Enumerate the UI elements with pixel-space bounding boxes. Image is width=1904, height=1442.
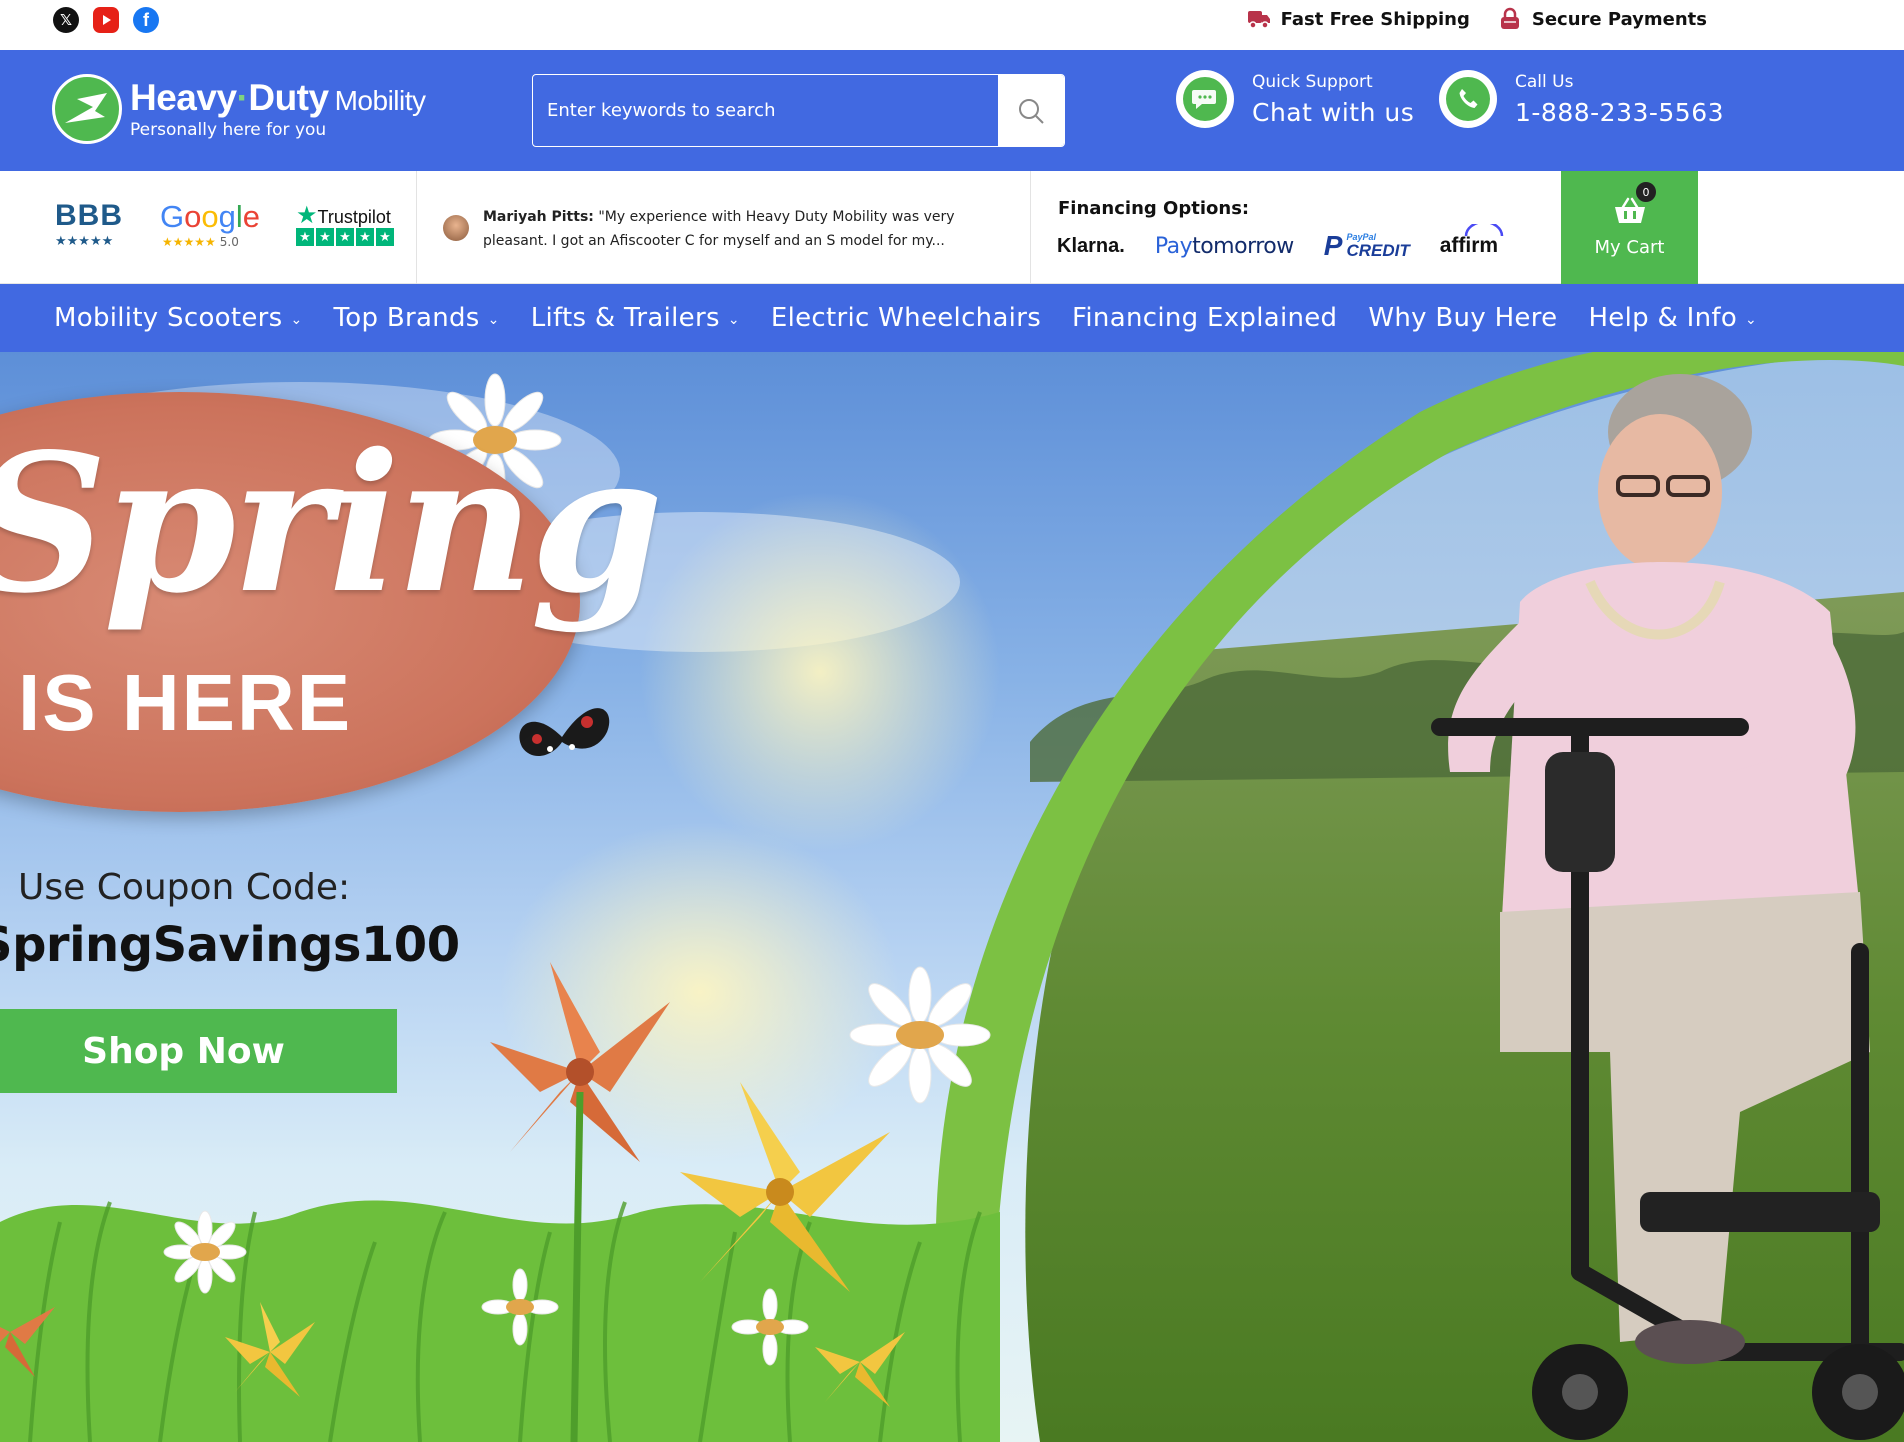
search-box xyxy=(532,74,1065,147)
trustpilot-star-icon: ★ xyxy=(296,202,318,229)
shop-now-label: Shop Now xyxy=(82,1030,285,1072)
trustpilot-label: Trustpilot xyxy=(317,207,391,227)
google-logo[interactable]: Google xyxy=(160,199,260,235)
site-logo[interactable]: Heavy·Duty Mobility Personally here for y… xyxy=(52,74,426,144)
nav-why-buy-here[interactable]: Why Buy Here xyxy=(1368,303,1557,333)
chevron-down-icon: ⌄ xyxy=(727,312,740,328)
search-icon xyxy=(1019,98,1044,124)
trustpilot-stars: ★ ★ ★ ★ ★ xyxy=(296,228,394,246)
nav-label: Electric Wheelchairs xyxy=(770,303,1042,333)
hero-headline-text: Spring xyxy=(0,412,663,635)
search-button[interactable] xyxy=(998,75,1064,146)
x-icon[interactable]: 𝕏 xyxy=(53,7,79,33)
hero-headline: Spring xyxy=(0,412,663,635)
nav-label: Lifts & Trailers xyxy=(530,303,720,333)
financing-title: Financing Options: xyxy=(1058,198,1250,219)
chevron-down-icon: ⌄ xyxy=(487,312,500,328)
support-label: Quick Support xyxy=(1252,71,1373,92)
avatar xyxy=(443,215,469,241)
main-navigation: Mobility Scooters ⌄ Top Brands ⌄ Lifts & T… xyxy=(0,284,1904,352)
financing-options: Financing Options: Klarna. Paytomorrow P… xyxy=(1031,171,1561,284)
truck-icon xyxy=(1247,11,1270,29)
youtube-icon[interactable] xyxy=(93,7,119,33)
social-links: 𝕏 f xyxy=(53,7,159,33)
logo-word-heavy: Heavy xyxy=(130,76,237,118)
nav-financing-explained[interactable]: Financing Explained xyxy=(1072,303,1337,333)
call-label: Call Us xyxy=(1515,71,1574,92)
phone-icon xyxy=(1439,70,1497,128)
logo-tagline: Personally here for you xyxy=(130,119,327,140)
nav-electric-wheelchairs[interactable]: Electric Wheelchairs xyxy=(771,303,1041,333)
review-text: Mariyah Pitts: "My experience with Heavy… xyxy=(483,205,1023,253)
nav-label: Help & Info xyxy=(1588,303,1738,333)
nav-label: Mobility Scooters xyxy=(54,303,283,333)
nav-mobility-scooters[interactable]: Mobility Scooters ⌄ xyxy=(54,303,303,333)
shipping-label: Fast Free Shipping xyxy=(1280,8,1470,30)
chat-with-us-link[interactable]: Chat with us xyxy=(1252,98,1414,127)
google-stars: ★★★★★ xyxy=(162,235,216,249)
paypal-icon: P xyxy=(1323,230,1343,261)
nav-label: Financing Explained xyxy=(1072,303,1338,333)
customer-review: Mariyah Pitts: "My experience with Heavy… xyxy=(417,171,1031,284)
trust-bar: BBB ★★★★★ Google ★★★★★ 5.0 ★Trustpilot ★ ★… xyxy=(0,171,1904,284)
google-rating: ★★★★★ 5.0 xyxy=(162,235,239,249)
logo-word-mobility: Mobility xyxy=(334,84,426,116)
bbb-stars: ★★★★★ xyxy=(55,234,114,249)
financing-logos: Klarna. Paytomorrow P PayPal CREDIT affi… xyxy=(1057,224,1503,266)
quick-support[interactable]: Quick Support Chat with us xyxy=(1176,70,1414,128)
phone-number-link[interactable]: 1-888-233-5563 xyxy=(1515,98,1724,127)
top-utility-bar: 𝕏 f Fast Free Shipping Secure Payments xyxy=(0,0,1904,50)
cart-label: My Cart xyxy=(1594,237,1665,258)
payments-label: Secure Payments xyxy=(1531,8,1707,30)
affirm-logo[interactable]: affirm xyxy=(1440,224,1503,258)
cart-count-badge: 0 xyxy=(1634,180,1658,204)
nav-lifts-trailers[interactable]: Lifts & Trailers ⌄ xyxy=(531,303,740,333)
paypal-credit-logo[interactable]: P PayPal CREDIT xyxy=(1324,230,1410,262)
klarna-logo[interactable]: Klarna. xyxy=(1057,235,1125,258)
search-input[interactable] xyxy=(533,75,998,146)
paytomorrow-logo[interactable]: Paytomorrow xyxy=(1155,234,1294,259)
hero-banner: Spring IS HERE Use Coupon Code: SpringSa… xyxy=(0,352,1904,1442)
paytomorrow-tomorrow: tomorrow xyxy=(1192,233,1294,259)
hero-subheadline: IS HERE xyxy=(18,658,353,747)
google-score: 5.0 xyxy=(219,235,239,249)
nav-label: Top Brands xyxy=(333,303,480,333)
chevron-down-icon: ⌄ xyxy=(290,312,303,328)
logo-mark xyxy=(52,74,122,144)
review-author: Mariyah Pitts: xyxy=(483,209,594,225)
fast-free-shipping: Fast Free Shipping xyxy=(1247,8,1470,30)
shop-now-button[interactable]: Shop Now xyxy=(0,1009,397,1093)
chevron-down-icon: ⌄ xyxy=(1745,312,1758,328)
trustpilot-logo[interactable]: ★Trustpilot xyxy=(296,201,391,230)
coupon-label: Use Coupon Code: xyxy=(18,867,351,908)
lock-icon xyxy=(1500,7,1519,29)
logo-word-duty: Duty xyxy=(248,76,329,118)
facebook-icon[interactable]: f xyxy=(133,7,159,33)
site-header: Heavy·Duty Mobility Personally here for y… xyxy=(0,50,1904,171)
nav-top-brands[interactable]: Top Brands ⌄ xyxy=(334,303,500,333)
bbb-logo[interactable]: BBB xyxy=(55,199,123,233)
nav-help-info[interactable]: Help & Info ⌄ xyxy=(1588,303,1757,333)
coupon-code: SpringSavings100 xyxy=(0,917,460,973)
cart-button[interactable]: 0 My Cart xyxy=(1561,171,1698,284)
logo-text: Heavy·Duty Mobility Personally here for y… xyxy=(130,76,426,140)
call-us[interactable]: Call Us 1-888-233-5563 xyxy=(1439,70,1724,128)
nav-label: Why Buy Here xyxy=(1368,303,1558,333)
utility-links: Fast Free Shipping Secure Payments xyxy=(1247,7,1707,31)
paytomorrow-pay: Pay xyxy=(1154,233,1193,259)
rating-badges: BBB ★★★★★ Google ★★★★★ 5.0 ★Trustpilot ★ ★… xyxy=(0,171,417,284)
chat-icon xyxy=(1176,70,1234,128)
paypal-credit-label: CREDIT xyxy=(1346,241,1410,260)
secure-payments: Secure Payments xyxy=(1498,7,1707,31)
